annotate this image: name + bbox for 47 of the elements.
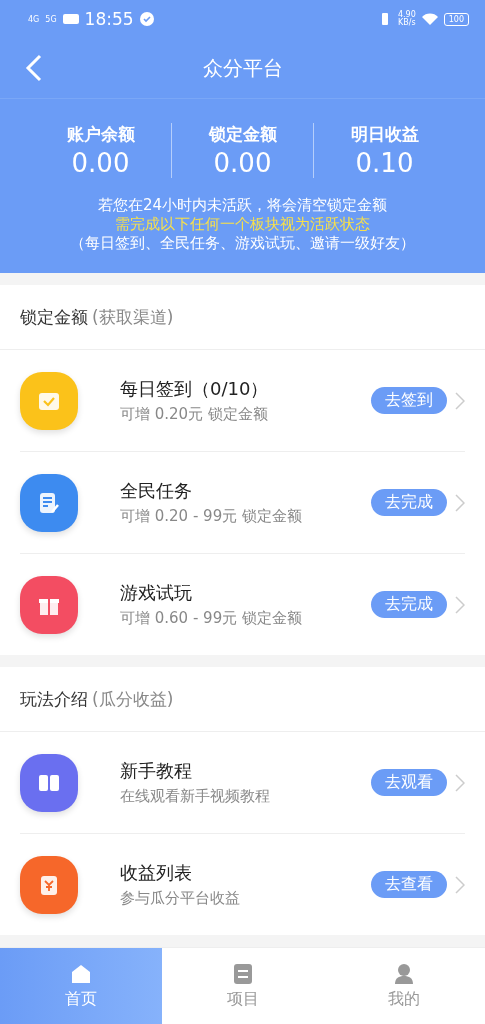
speed-unit: KB/s (398, 19, 416, 27)
chevron-right-icon[interactable] (455, 493, 465, 512)
notice-note: （每日签到、全民任务、游戏试玩、邀请一级好友） (70, 234, 415, 253)
section-subtitle: (瓜分收益) (92, 687, 174, 711)
page-title: 众分平台 (202, 54, 283, 82)
item-title: 收益列表 (120, 861, 193, 885)
item-description: 可增 0.20 - 99元 锁定金额 (120, 507, 303, 526)
stat-label: 明日收益 (350, 123, 419, 146)
stat-label: 账户余额 (66, 123, 135, 146)
item-description: 可增 0.60 - 99元 锁定金额 (120, 609, 303, 628)
home-icon (69, 962, 92, 985)
notice-highlight: 需完成以下任何一个板块视为活跃状态 (115, 215, 370, 234)
section-title: 玩法介绍 (20, 687, 88, 711)
action-button[interactable]: 去完成 (371, 489, 447, 516)
action-button[interactable]: 去签到 (371, 387, 447, 414)
check-icon (139, 12, 154, 26)
chevron-right-icon[interactable] (455, 391, 465, 410)
item-title: 每日签到（0/10） (120, 377, 270, 401)
notice-text: 若您在24小时内未活跃，将会清空锁定金额 (97, 196, 388, 215)
chevron-right-icon[interactable] (455, 773, 465, 792)
battery-level: 100 (443, 12, 469, 26)
action-button[interactable]: 去查看 (371, 871, 447, 898)
list-icon (231, 962, 254, 985)
stat-label: 锁定金额 (208, 123, 277, 146)
item-description: 在线观看新手视频教程 (120, 787, 271, 806)
item-description: 参与瓜分平台收益 (120, 889, 241, 908)
wifi-icon (421, 13, 438, 25)
tab[interactable]: 首页 (0, 948, 162, 1024)
user-icon (393, 962, 416, 985)
item-title: 新手教程 (120, 759, 193, 783)
action-button[interactable]: 去观看 (371, 769, 447, 796)
section-title: 锁定金额 (20, 305, 88, 329)
section-subtitle: (获取渠道) (92, 305, 174, 329)
status-time: 18:55 (84, 9, 134, 29)
stat-value: 0.00 (71, 148, 130, 178)
item-title: 游戏试玩 (120, 581, 193, 605)
network-label: 5G (45, 14, 57, 24)
network-speed: 4.90 (397, 11, 416, 19)
item-description: 可增 0.20元 锁定金额 (120, 405, 269, 424)
chevron-right-icon[interactable] (455, 595, 465, 614)
stat-value: 0.00 (213, 148, 272, 178)
action-button[interactable]: 去完成 (371, 591, 447, 618)
stat-value: 0.10 (355, 148, 414, 178)
chevron-right-icon[interactable] (455, 875, 465, 894)
network-label: 4G (28, 14, 40, 24)
item-title: 全民任务 (120, 479, 193, 503)
hd-icon (62, 14, 79, 24)
